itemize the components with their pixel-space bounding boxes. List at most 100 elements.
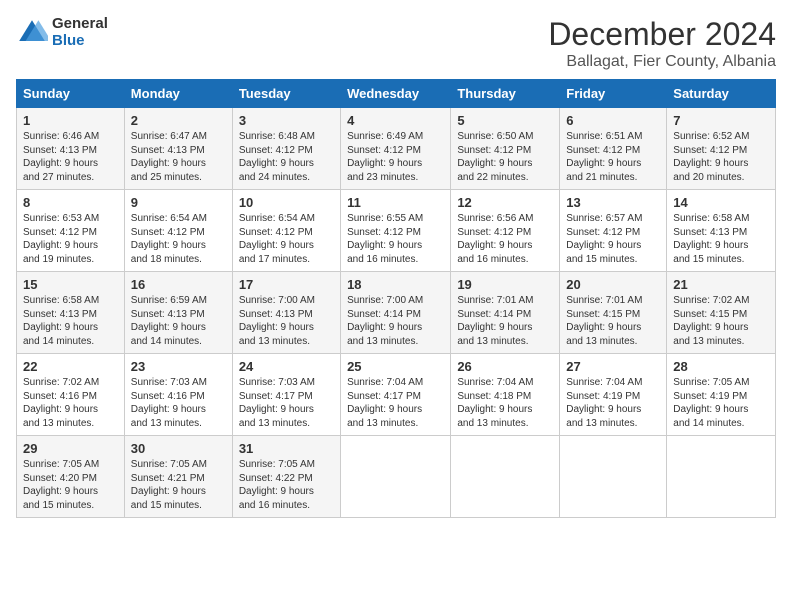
day-info: Sunrise: 6:57 AM Sunset: 4:12 PM Dayligh… <box>566 212 660 266</box>
day-cell: 7 Sunrise: 6:52 AM Sunset: 4:12 PM Daylig… <box>667 108 776 190</box>
day-number: 8 <box>23 195 118 210</box>
week-row-5: 29 Sunrise: 7:05 AM Sunset: 4:20 PM Dayli… <box>17 436 776 518</box>
logo-general-text: General <box>52 16 108 33</box>
day-number: 14 <box>673 195 769 210</box>
day-cell: 24 Sunrise: 7:03 AM Sunset: 4:17 PM Dayli… <box>232 354 340 436</box>
day-number: 9 <box>131 195 226 210</box>
day-cell: 3Sunrise: 6:48 AM Sunset: 4:12 PM Daylig… <box>232 108 340 190</box>
day-info: Sunrise: 6:55 AM Sunset: 4:12 PM Dayligh… <box>347 212 444 266</box>
day-number: 27 <box>566 359 660 374</box>
day-cell: 19 Sunrise: 7:01 AM Sunset: 4:14 PM Dayli… <box>451 272 560 354</box>
logo-blue-text: Blue <box>52 33 108 50</box>
week-row-4: 22 Sunrise: 7:02 AM Sunset: 4:16 PM Dayli… <box>17 354 776 436</box>
day-info: Sunrise: 7:01 AM Sunset: 4:14 PM Dayligh… <box>457 294 553 348</box>
day-cell: 8 Sunrise: 6:53 AM Sunset: 4:12 PM Daylig… <box>17 190 125 272</box>
calendar-table: SundayMondayTuesdayWednesdayThursdayFrid… <box>16 79 776 518</box>
day-info: Sunrise: 6:48 AM Sunset: 4:12 PM Dayligh… <box>239 130 334 184</box>
day-cell: 18Sunrise: 7:00 AM Sunset: 4:14 PM Dayli… <box>341 272 451 354</box>
day-number: 15 <box>23 277 118 292</box>
day-cell: 16Sunrise: 6:59 AM Sunset: 4:13 PM Dayli… <box>124 272 232 354</box>
day-cell: 4 Sunrise: 6:49 AM Sunset: 4:12 PM Daylig… <box>341 108 451 190</box>
day-number: 22 <box>23 359 118 374</box>
day-cell: 14Sunrise: 6:58 AM Sunset: 4:13 PM Dayli… <box>667 190 776 272</box>
day-cell: 20 Sunrise: 7:01 AM Sunset: 4:15 PM Dayli… <box>560 272 667 354</box>
day-info: Sunrise: 7:05 AM Sunset: 4:20 PM Dayligh… <box>23 458 118 512</box>
day-number: 23 <box>131 359 226 374</box>
day-cell: 25Sunrise: 7:04 AM Sunset: 4:17 PM Dayli… <box>341 354 451 436</box>
day-number: 26 <box>457 359 553 374</box>
day-info: Sunrise: 7:05 AM Sunset: 4:21 PM Dayligh… <box>131 458 226 512</box>
day-info: Sunrise: 6:49 AM Sunset: 4:12 PM Dayligh… <box>347 130 444 184</box>
day-number: 11 <box>347 195 444 210</box>
location-title: Ballagat, Fier County, Albania <box>548 53 776 71</box>
day-info: Sunrise: 7:04 AM Sunset: 4:18 PM Dayligh… <box>457 376 553 430</box>
day-info: Sunrise: 6:52 AM Sunset: 4:12 PM Dayligh… <box>673 130 769 184</box>
day-info: Sunrise: 6:56 AM Sunset: 4:12 PM Dayligh… <box>457 212 553 266</box>
day-number: 28 <box>673 359 769 374</box>
day-info: Sunrise: 6:58 AM Sunset: 4:13 PM Dayligh… <box>23 294 118 348</box>
day-cell: 6Sunrise: 6:51 AM Sunset: 4:12 PM Daylig… <box>560 108 667 190</box>
day-info: Sunrise: 6:47 AM Sunset: 4:13 PM Dayligh… <box>131 130 226 184</box>
day-cell <box>667 436 776 518</box>
title-block: December 2024 Ballagat, Fier County, Alb… <box>548 16 776 71</box>
page-header: General Blue December 2024 Ballagat, Fie… <box>16 16 776 71</box>
day-number: 20 <box>566 277 660 292</box>
day-number: 24 <box>239 359 334 374</box>
day-info: Sunrise: 7:00 AM Sunset: 4:13 PM Dayligh… <box>239 294 334 348</box>
day-info: Sunrise: 6:54 AM Sunset: 4:12 PM Dayligh… <box>239 212 334 266</box>
day-number: 29 <box>23 441 118 456</box>
day-cell: 2Sunrise: 6:47 AM Sunset: 4:13 PM Daylig… <box>124 108 232 190</box>
day-cell: 30 Sunrise: 7:05 AM Sunset: 4:21 PM Dayli… <box>124 436 232 518</box>
weekday-header-monday: Monday <box>124 80 232 108</box>
day-info: Sunrise: 6:50 AM Sunset: 4:12 PM Dayligh… <box>457 130 553 184</box>
day-info: Sunrise: 6:46 AM Sunset: 4:13 PM Dayligh… <box>23 130 118 184</box>
day-number: 30 <box>131 441 226 456</box>
day-info: Sunrise: 7:00 AM Sunset: 4:14 PM Dayligh… <box>347 294 444 348</box>
day-cell: 15 Sunrise: 6:58 AM Sunset: 4:13 PM Dayli… <box>17 272 125 354</box>
weekday-header-thursday: Thursday <box>451 80 560 108</box>
day-cell: 1 Sunrise: 6:46 AM Sunset: 4:13 PM Daylig… <box>17 108 125 190</box>
day-info: Sunrise: 7:04 AM Sunset: 4:17 PM Dayligh… <box>347 376 444 430</box>
day-info: Sunrise: 6:53 AM Sunset: 4:12 PM Dayligh… <box>23 212 118 266</box>
week-row-3: 15 Sunrise: 6:58 AM Sunset: 4:13 PM Dayli… <box>17 272 776 354</box>
day-cell: 12 Sunrise: 6:56 AM Sunset: 4:12 PM Dayli… <box>451 190 560 272</box>
day-cell: 23 Sunrise: 7:03 AM Sunset: 4:16 PM Dayli… <box>124 354 232 436</box>
day-number: 17 <box>239 277 334 292</box>
day-info: Sunrise: 7:02 AM Sunset: 4:16 PM Dayligh… <box>23 376 118 430</box>
weekday-header-tuesday: Tuesday <box>232 80 340 108</box>
day-info: Sunrise: 6:54 AM Sunset: 4:12 PM Dayligh… <box>131 212 226 266</box>
day-number: 1 <box>23 113 118 128</box>
day-number: 7 <box>673 113 769 128</box>
weekday-header-row: SundayMondayTuesdayWednesdayThursdayFrid… <box>17 80 776 108</box>
logo-icon <box>16 17 48 49</box>
day-info: Sunrise: 7:03 AM Sunset: 4:17 PM Dayligh… <box>239 376 334 430</box>
day-cell: 29 Sunrise: 7:05 AM Sunset: 4:20 PM Dayli… <box>17 436 125 518</box>
day-number: 31 <box>239 441 334 456</box>
week-row-1: 1 Sunrise: 6:46 AM Sunset: 4:13 PM Daylig… <box>17 108 776 190</box>
day-number: 12 <box>457 195 553 210</box>
day-info: Sunrise: 7:01 AM Sunset: 4:15 PM Dayligh… <box>566 294 660 348</box>
day-cell <box>341 436 451 518</box>
day-number: 19 <box>457 277 553 292</box>
day-number: 6 <box>566 113 660 128</box>
day-info: Sunrise: 7:03 AM Sunset: 4:16 PM Dayligh… <box>131 376 226 430</box>
day-number: 21 <box>673 277 769 292</box>
day-number: 4 <box>347 113 444 128</box>
weekday-header-saturday: Saturday <box>667 80 776 108</box>
day-cell: 11 Sunrise: 6:55 AM Sunset: 4:12 PM Dayli… <box>341 190 451 272</box>
day-cell: 21 Sunrise: 7:02 AM Sunset: 4:15 PM Dayli… <box>667 272 776 354</box>
weekday-header-wednesday: Wednesday <box>341 80 451 108</box>
day-number: 5 <box>457 113 553 128</box>
day-cell: 13 Sunrise: 6:57 AM Sunset: 4:12 PM Dayli… <box>560 190 667 272</box>
month-title: December 2024 <box>548 16 776 53</box>
weekday-header-sunday: Sunday <box>17 80 125 108</box>
day-cell <box>451 436 560 518</box>
day-number: 13 <box>566 195 660 210</box>
weekday-header-friday: Friday <box>560 80 667 108</box>
day-cell: 22 Sunrise: 7:02 AM Sunset: 4:16 PM Dayli… <box>17 354 125 436</box>
day-info: Sunrise: 7:02 AM Sunset: 4:15 PM Dayligh… <box>673 294 769 348</box>
day-cell: 9 Sunrise: 6:54 AM Sunset: 4:12 PM Daylig… <box>124 190 232 272</box>
day-number: 16 <box>131 277 226 292</box>
week-row-2: 8 Sunrise: 6:53 AM Sunset: 4:12 PM Daylig… <box>17 190 776 272</box>
day-cell: 10Sunrise: 6:54 AM Sunset: 4:12 PM Dayli… <box>232 190 340 272</box>
